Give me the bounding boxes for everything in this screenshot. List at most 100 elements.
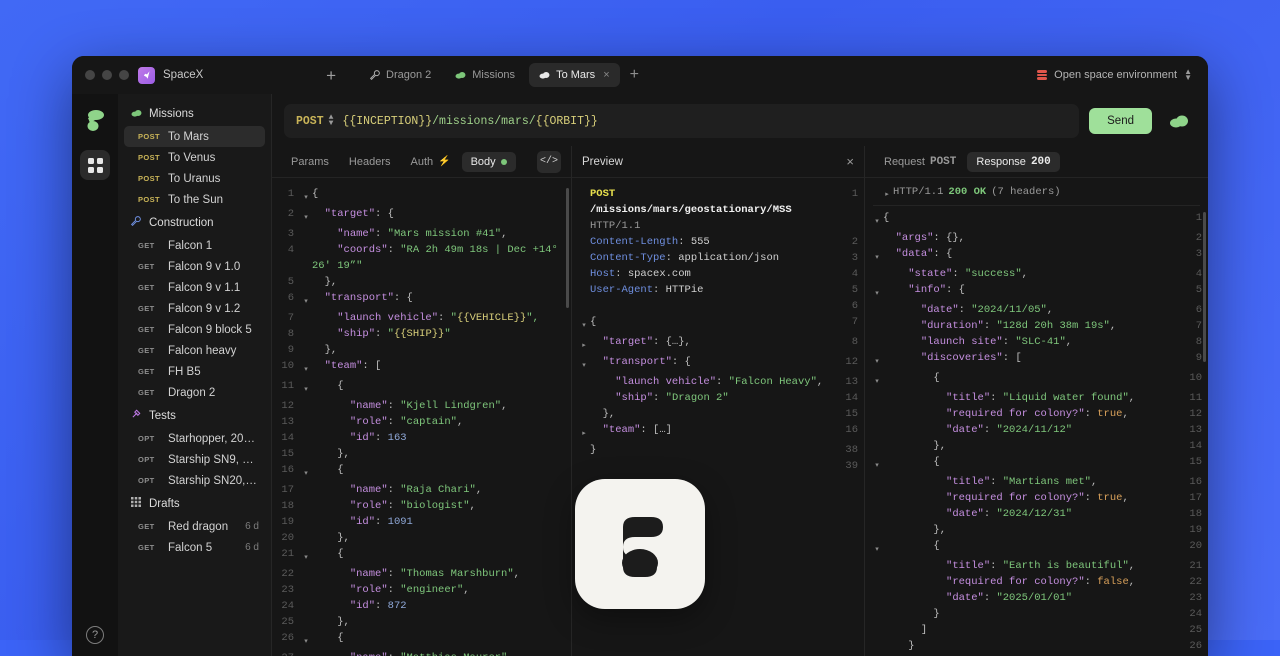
wrench-icon — [130, 216, 142, 229]
request-tab-auth[interactable]: Auth⚡ — [401, 152, 459, 172]
code-line: ▾{1 — [865, 210, 1208, 230]
line-number: 17 — [1176, 490, 1202, 506]
insomnia-logo-icon[interactable] — [82, 106, 108, 136]
code-text: "id": 1091 — [312, 514, 565, 530]
fold-toggle-icon[interactable]: ▾ — [300, 186, 312, 206]
send-button[interactable]: Send — [1089, 108, 1152, 134]
fold-toggle-icon[interactable]: ▾ — [300, 358, 312, 378]
sidebar-item-starship-sn9[interactable]: OPTStarship SN9, … — [124, 449, 265, 470]
code-text: "transport": { — [312, 290, 565, 306]
code-line: "title": "Liquid water found",11 — [865, 390, 1208, 406]
method-selector[interactable]: POST ▲▼ — [296, 115, 333, 128]
fold-toggle-icon[interactable]: ▾ — [871, 350, 883, 370]
code-text: { — [312, 630, 565, 646]
sidebar-item-to-the-sun[interactable]: POSTTo the Sun — [124, 189, 265, 210]
fold-toggle-icon[interactable]: ▾ — [871, 538, 883, 558]
preview-header: Preview × — [572, 146, 864, 178]
sidebar-item-red-dragon[interactable]: GETRed dragon6 d — [124, 516, 265, 537]
response-body-viewer[interactable]: ▾{1 "args": {},2▾ "data": {3 "state": "s… — [865, 208, 1208, 656]
line-number: 20 — [278, 530, 300, 546]
fold-toggle-icon[interactable]: ▾ — [871, 282, 883, 302]
expand-headers-icon[interactable]: ▸ — [881, 186, 893, 199]
sidebar-item-falcon-9-v-1-1[interactable]: GETFalcon 9 v 1.1 — [124, 277, 265, 298]
request-name: Falcon 5 — [168, 542, 237, 554]
request-tab-params[interactable]: Params — [282, 152, 338, 172]
environment-selector[interactable]: Open space environment ▲▼ — [1037, 56, 1208, 94]
code-line: 23 "role": "engineer", — [272, 582, 571, 598]
request-tab-body[interactable]: Body — [462, 152, 516, 172]
fold-toggle-icon[interactable]: ▾ — [300, 378, 312, 398]
sidebar-item-starship-sn20[interactable]: OPTStarship SN20,… — [124, 470, 265, 491]
request-tab-headers[interactable]: Headers — [340, 152, 400, 172]
code-line: 17 "name": "Raja Chari", — [272, 482, 571, 498]
layers-icon — [1037, 70, 1047, 80]
sidebar-item-falcon-9-v-1-0[interactable]: GETFalcon 9 v 1.0 — [124, 256, 265, 277]
sidebar-item-to-uranus[interactable]: POSTTo Uranus — [124, 168, 265, 189]
fold-toggle-icon[interactable]: ▾ — [871, 246, 883, 266]
fold-toggle-icon[interactable]: ▾ — [300, 630, 312, 650]
workspace-header[interactable]: SpaceX + — [134, 56, 348, 94]
code-generate-button[interactable]: </> — [537, 151, 561, 173]
request-body-editor[interactable]: 1▾{2▾ "target": {3 "name": "Mars mission… — [272, 178, 571, 656]
sidebar-group-construction[interactable]: Construction — [118, 210, 271, 235]
add-tab-button[interactable]: + — [624, 67, 645, 83]
fold-toggle-icon[interactable]: ▾ — [871, 210, 883, 230]
tab-label: Dragon 2 — [386, 69, 431, 81]
apps-grid-button[interactable] — [80, 150, 110, 180]
response-tab-request[interactable]: RequestPOST — [875, 152, 965, 172]
maximize-window-button[interactable] — [119, 70, 129, 80]
fold-toggle-icon — [300, 482, 312, 486]
sidebar-item-falcon-heavy[interactable]: GETFalcon heavy — [124, 340, 265, 361]
tab-dragon-2[interactable]: Dragon 2 — [360, 63, 441, 87]
request-method-badge: OPT — [138, 476, 160, 485]
line-number: 5 — [278, 274, 300, 290]
sidebar-item-starhopper-20[interactable]: OPTStarhopper, 20… — [124, 428, 265, 449]
fold-toggle-icon[interactable]: ▾ — [300, 462, 312, 482]
sidebar-item-dragon-2[interactable]: GETDragon 2 — [124, 382, 265, 403]
tab-to-mars[interactable]: To Mars× — [529, 63, 620, 87]
add-workspace-button[interactable]: + — [326, 67, 336, 84]
sidebar-item-fh-b5[interactable]: GETFH B5 — [124, 361, 265, 382]
fold-toggle-icon[interactable]: ▾ — [300, 546, 312, 566]
fold-toggle-icon — [300, 582, 312, 586]
scrollbar[interactable] — [566, 188, 569, 308]
tab-missions[interactable]: Missions — [445, 63, 525, 87]
sidebar-item-falcon-1[interactable]: GETFalcon 1 — [124, 235, 265, 256]
close-tab-icon[interactable]: × — [603, 69, 609, 81]
fold-toggle-icon[interactable]: ▸ — [578, 334, 590, 354]
response-status-line[interactable]: ▸ HTTP/1.1 200 OK (7 headers) — [873, 178, 1200, 206]
url-input[interactable]: POST ▲▼ {{INCEPTION}}/missions/mars/{{OR… — [284, 104, 1079, 138]
sidebar-group-tests[interactable]: Tests — [118, 403, 271, 428]
window-controls[interactable] — [72, 56, 134, 94]
fold-toggle-icon[interactable]: ▾ — [300, 206, 312, 226]
sidebar-item-to-mars[interactable]: POSTTo Mars — [124, 126, 265, 147]
code-line: "args": {},2 — [865, 230, 1208, 246]
code-text: "title": "Liquid water found", — [883, 390, 1176, 406]
response-tab-response[interactable]: Response200 — [967, 152, 1059, 172]
close-icon[interactable]: × — [846, 154, 854, 169]
code-line: 6▾ "transport": { — [272, 290, 571, 310]
cloud-sync-button[interactable] — [1162, 114, 1196, 128]
fold-toggle-icon[interactable]: ▾ — [578, 314, 590, 334]
fold-toggle-icon[interactable]: ▾ — [871, 370, 883, 390]
sidebar-item-falcon-5[interactable]: GETFalcon 56 d — [124, 537, 265, 558]
fold-toggle-icon[interactable]: ▾ — [300, 290, 312, 310]
close-window-button[interactable] — [85, 70, 95, 80]
sidebar-item-falcon-9-block-5[interactable]: GETFalcon 9 block 5 — [124, 319, 265, 340]
sidebar-group-missions[interactable]: Missions — [118, 102, 271, 126]
fold-toggle-icon[interactable]: ▸ — [578, 422, 590, 442]
code-text: "date": "2024/11/05", — [883, 302, 1176, 318]
minimize-window-button[interactable] — [102, 70, 112, 80]
sidebar-item-falcon-9-v-1-2[interactable]: GETFalcon 9 v 1.2 — [124, 298, 265, 319]
line-number: 2 — [1176, 230, 1202, 246]
line-number: 3 — [278, 226, 300, 242]
sidebar-item-to-venus[interactable]: POSTTo Venus — [124, 147, 265, 168]
fold-toggle-icon[interactable]: ▾ — [871, 454, 883, 474]
tab-badge: 200 — [1031, 156, 1051, 168]
help-icon[interactable]: ? — [86, 626, 104, 644]
scrollbar[interactable] — [1203, 212, 1206, 362]
fold-toggle-icon[interactable]: ▾ — [578, 354, 590, 374]
sidebar-group-drafts[interactable]: Drafts — [118, 491, 271, 516]
line-number: 10 — [278, 358, 300, 374]
hammer-icon — [130, 409, 142, 422]
